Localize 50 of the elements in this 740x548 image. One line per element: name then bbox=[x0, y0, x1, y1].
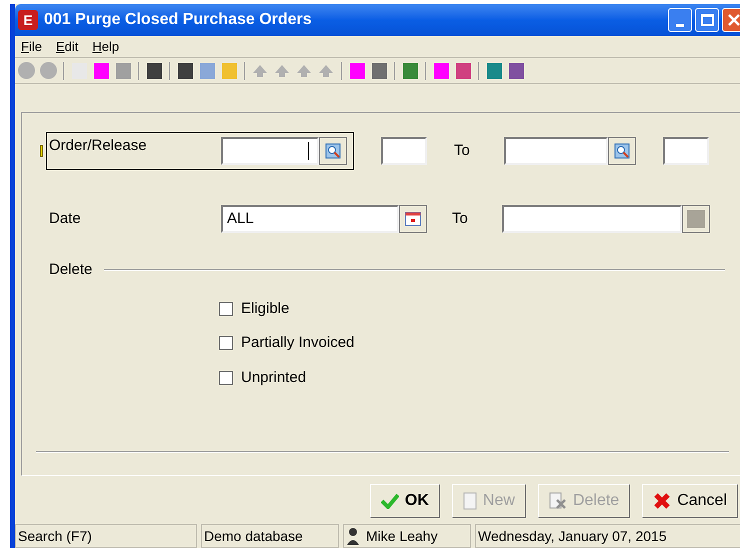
checkbox[interactable] bbox=[219, 370, 233, 385]
picker-button[interactable] bbox=[682, 205, 710, 233]
checkbox[interactable] bbox=[219, 302, 233, 316]
checkbox[interactable] bbox=[219, 336, 233, 350]
cross-icon bbox=[653, 492, 672, 510]
cancel-button[interactable]: Cancel bbox=[642, 484, 738, 518]
magnifier-icon bbox=[614, 143, 630, 159]
field-label: To bbox=[454, 140, 471, 161]
close-icon bbox=[728, 14, 740, 26]
status-database: Demo database bbox=[201, 524, 339, 548]
section-label: Delete bbox=[49, 260, 92, 280]
toolbar-icon[interactable] bbox=[507, 62, 525, 80]
field-label: To bbox=[452, 208, 469, 229]
person-icon bbox=[346, 527, 360, 545]
checkbox-label: Partially Invoiced bbox=[241, 333, 354, 353]
toolbar-icon[interactable] bbox=[370, 62, 388, 80]
lookup-button[interactable] bbox=[608, 137, 636, 165]
checkbox-label: Unprinted bbox=[241, 368, 306, 388]
maximize-button[interactable] bbox=[695, 8, 719, 32]
status-date: Wednesday, January 07, 2015 bbox=[475, 524, 740, 548]
minimize-button[interactable] bbox=[668, 8, 692, 32]
check-icon bbox=[380, 493, 399, 509]
page-cross-icon bbox=[548, 492, 567, 510]
order-field[interactable] bbox=[221, 137, 319, 165]
field-label: Order/Release bbox=[49, 136, 148, 156]
toolbar-icon[interactable] bbox=[454, 62, 472, 80]
toolbar-icon[interactable] bbox=[176, 62, 194, 80]
magnifier-icon bbox=[325, 143, 341, 159]
order-to-field[interactable] bbox=[504, 137, 608, 165]
toolbar-icon[interactable] bbox=[145, 62, 163, 80]
checkbox-label: Eligible bbox=[241, 298, 290, 318]
menu-item[interactable]: Help bbox=[92, 36, 120, 56]
close-button[interactable] bbox=[722, 8, 740, 32]
status-hint: Search (F7) bbox=[15, 524, 197, 548]
user-name: Mike Leahy bbox=[366, 526, 438, 546]
calendar-button[interactable] bbox=[399, 205, 427, 233]
lookup-button[interactable] bbox=[319, 137, 347, 165]
window-title: 001 Purge Closed Purchase Orders bbox=[44, 10, 312, 30]
ok-button[interactable]: OK bbox=[370, 484, 440, 518]
date-field[interactable]: ALL bbox=[221, 205, 399, 233]
required-marker bbox=[40, 145, 43, 157]
calendar-icon bbox=[405, 212, 421, 226]
field-label: Date bbox=[49, 208, 82, 229]
menu-item[interactable]: File bbox=[21, 36, 42, 56]
date-to-field[interactable] bbox=[502, 205, 682, 233]
release-to-field[interactable] bbox=[663, 137, 709, 165]
release-field[interactable] bbox=[381, 137, 427, 165]
menu-item[interactable]: Edit bbox=[56, 36, 78, 56]
page-icon bbox=[462, 492, 477, 510]
app-logo: E bbox=[18, 10, 38, 30]
